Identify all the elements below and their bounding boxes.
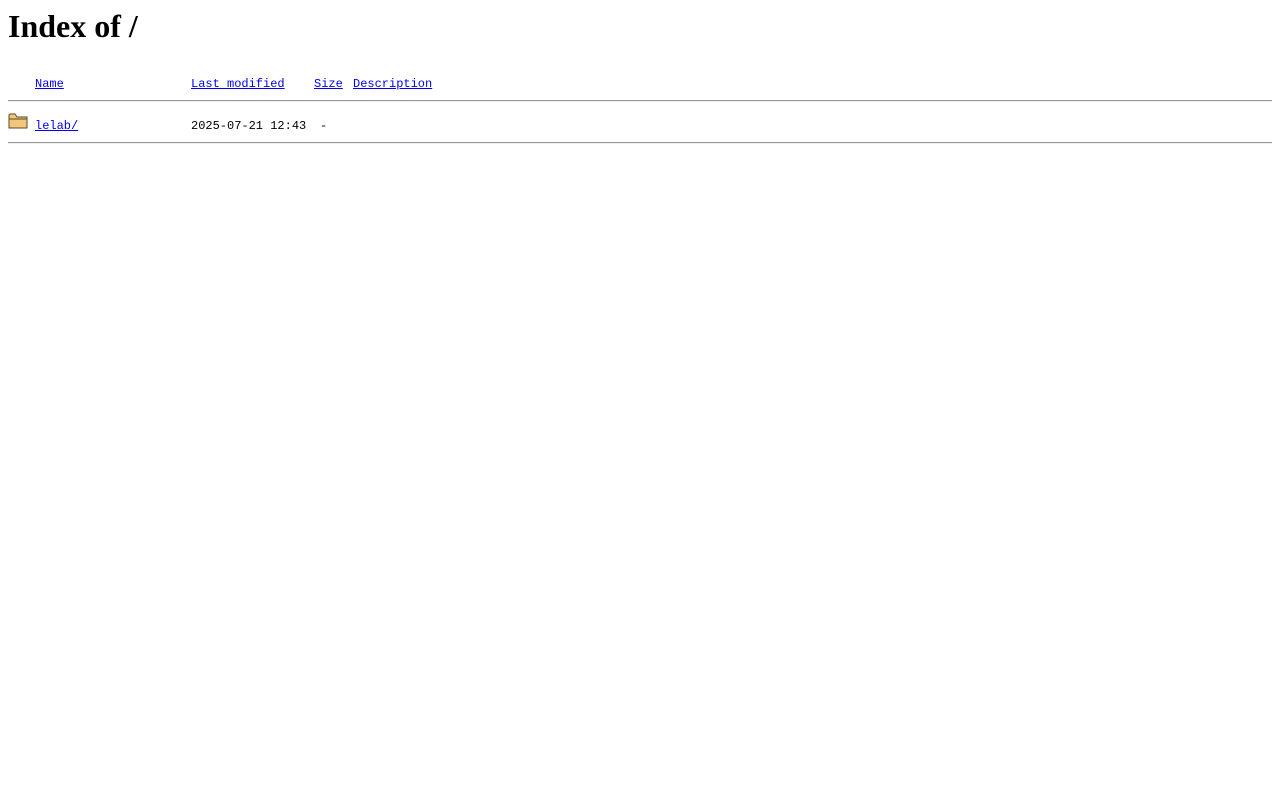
folder-icon [8,113,28,129]
footer-divider [8,142,1272,144]
page-title: Index of / [8,8,138,44]
column-header-name[interactable]: Name [35,76,64,92]
column-header-description[interactable]: Description [353,76,432,92]
entry-last-modified: 2025-07-21 12:43 [191,119,307,133]
header-divider [8,100,1272,102]
entry-size: - [320,119,328,133]
entry-name-link[interactable]: lelab/ [35,118,78,134]
column-header-last-modified[interactable]: Last modified [191,76,285,92]
column-header-size[interactable]: Size [314,76,343,92]
